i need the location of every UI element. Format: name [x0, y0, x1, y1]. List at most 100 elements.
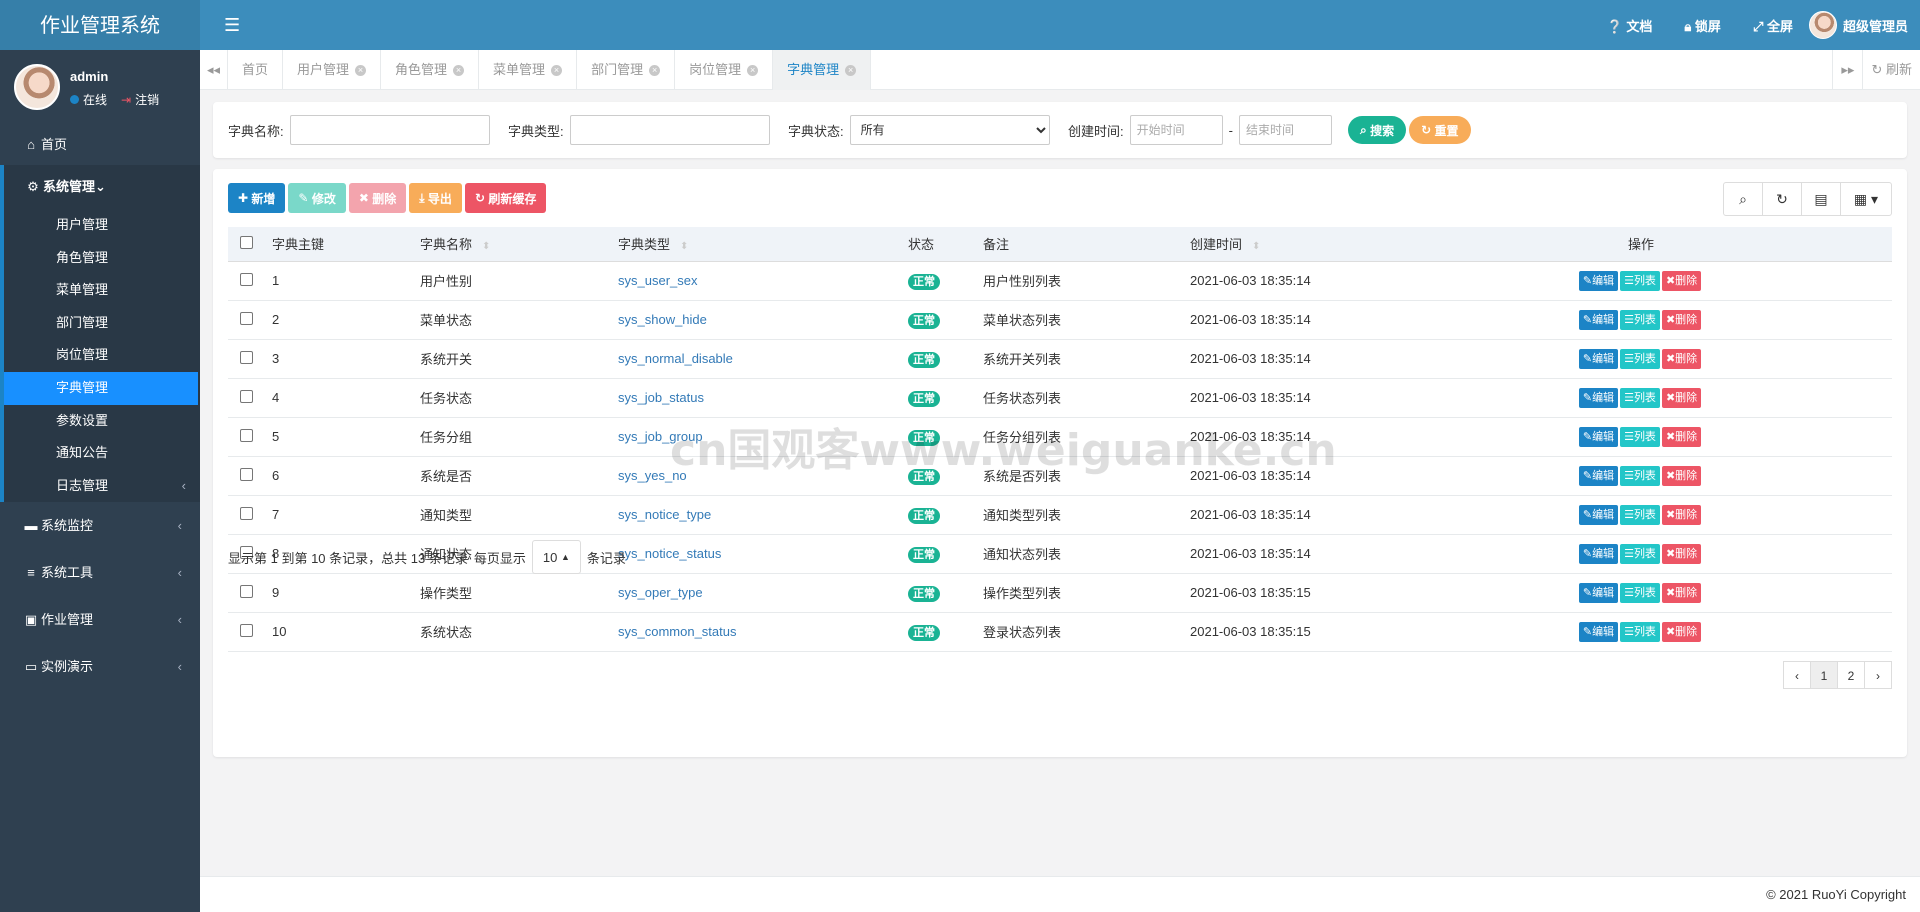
row-edit-button[interactable]: ✎编辑 — [1578, 504, 1619, 525]
row-list-button[interactable]: ☰列表 — [1620, 543, 1660, 564]
dict-type-link[interactable]: sys_normal_disable — [618, 351, 733, 366]
grid-dropdown-icon[interactable]: ▦ ▾ — [1841, 183, 1891, 215]
page-1-button[interactable]: 1 — [1810, 661, 1838, 689]
row-checkbox[interactable] — [240, 623, 253, 637]
tab-home[interactable]: 首页 — [228, 50, 284, 90]
close-icon[interactable]: × — [747, 64, 759, 76]
dict-type-input[interactable] — [569, 115, 770, 145]
search-toggle-icon[interactable]: ⌕ — [1724, 183, 1763, 215]
row-checkbox[interactable] — [240, 389, 253, 403]
prev-page-button[interactable]: ‹ — [1783, 661, 1811, 689]
row-list-button[interactable]: ☰列表 — [1620, 582, 1660, 603]
dict-name-input[interactable] — [289, 115, 490, 145]
row-delete-button[interactable]: ✖删除 — [1661, 621, 1702, 642]
tab-dict[interactable]: 字典管理 × — [773, 50, 872, 90]
dict-type-link[interactable]: sys_oper_type — [618, 585, 703, 600]
row-list-button[interactable]: ☰列表 — [1620, 621, 1660, 642]
row-delete-button[interactable]: ✖删除 — [1661, 504, 1702, 525]
row-delete-button[interactable]: ✖删除 — [1661, 348, 1702, 369]
row-checkbox[interactable] — [240, 506, 253, 520]
logout-link[interactable]: 注销 — [135, 91, 159, 108]
row-edit-button[interactable]: ✎编辑 — [1578, 348, 1619, 369]
sidebar-item-system[interactable]: ⚙ 系统管理⌄ — [4, 165, 200, 209]
sidebar-item-role[interactable]: 角色管理 — [4, 242, 200, 275]
delete-button[interactable]: ✖ 删除 — [348, 183, 407, 213]
row-list-button[interactable]: ☰列表 — [1620, 426, 1660, 447]
search-button[interactable]: ⌕ 搜索 — [1348, 116, 1407, 144]
close-icon[interactable]: × — [649, 64, 661, 76]
refresh-cache-button[interactable]: ↻ 刷新缓存 — [464, 183, 547, 213]
row-edit-button[interactable]: ✎编辑 — [1578, 621, 1619, 642]
dict-type-link[interactable]: sys_notice_status — [618, 546, 721, 561]
row-delete-button[interactable]: ✖删除 — [1661, 426, 1702, 447]
row-edit-button[interactable]: ✎编辑 — [1578, 465, 1619, 486]
row-checkbox[interactable] — [240, 428, 253, 442]
sidebar-item-monitor[interactable]: ▬ 系统监控 ‹ — [0, 502, 200, 549]
user-menu[interactable]: 超级管理员 — [1808, 11, 1920, 39]
dict-type-link[interactable]: sys_common_status — [618, 624, 737, 639]
row-checkbox[interactable] — [240, 584, 253, 598]
sidebar-item-dept[interactable]: 部门管理 — [4, 307, 200, 340]
row-checkbox[interactable] — [240, 272, 253, 286]
row-edit-button[interactable]: ✎编辑 — [1578, 426, 1619, 447]
avatar[interactable] — [14, 64, 60, 110]
dict-type-link[interactable]: sys_notice_type — [618, 507, 711, 522]
sidebar-item-post[interactable]: 岗位管理 — [4, 339, 200, 372]
dict-type-link[interactable]: sys_job_group — [618, 429, 703, 444]
refresh-tab-button[interactable]: ↻ 刷新 — [1862, 50, 1920, 90]
close-icon[interactable]: × — [453, 64, 465, 76]
close-icon[interactable]: × — [845, 64, 857, 76]
next-page-button[interactable]: › — [1864, 661, 1892, 689]
dict-status-select[interactable]: 所有 — [849, 115, 1050, 145]
select-all-checkbox[interactable] — [240, 235, 253, 249]
row-delete-button[interactable]: ✖删除 — [1661, 582, 1702, 603]
row-checkbox[interactable] — [240, 311, 253, 325]
page-size-dropdown[interactable]: 10 ▲ — [531, 540, 581, 574]
row-list-button[interactable]: ☰列表 — [1620, 387, 1660, 408]
lock-link[interactable]: 🔒︎ 锁屏 — [1668, 16, 1737, 35]
row-checkbox[interactable] — [240, 467, 253, 481]
close-icon[interactable]: × — [551, 64, 563, 76]
sidebar-item-demo[interactable]: ▭ 实例演示 ‹ — [0, 643, 200, 690]
col-create-time[interactable]: 创建时间 ⬍ — [1190, 227, 1390, 262]
row-delete-button[interactable]: ✖删除 — [1661, 543, 1702, 564]
sidebar-item-dict[interactable]: 字典管理 — [4, 371, 198, 405]
row-delete-button[interactable]: ✖删除 — [1661, 309, 1702, 330]
col-type[interactable]: 字典类型 ⬍ — [618, 227, 908, 262]
sidebar-item-config[interactable]: 参数设置 — [4, 405, 200, 438]
doc-link[interactable]: ❔ 文档 — [1591, 16, 1669, 35]
row-delete-button[interactable]: ✖删除 — [1661, 270, 1702, 291]
row-list-button[interactable]: ☰列表 — [1620, 348, 1660, 369]
tabs-right-icon[interactable]: ▸▸ — [1832, 50, 1862, 90]
row-list-button[interactable]: ☰列表 — [1620, 270, 1660, 291]
row-edit-button[interactable]: ✎编辑 — [1578, 543, 1619, 564]
dict-type-link[interactable]: sys_user_sex — [618, 273, 697, 288]
tab-user[interactable]: 用户管理 × — [283, 50, 382, 90]
tab-menu[interactable]: 菜单管理 × — [479, 50, 578, 90]
row-list-button[interactable]: ☰列表 — [1620, 465, 1660, 486]
tab-post[interactable]: 岗位管理 × — [675, 50, 774, 90]
close-icon[interactable]: × — [355, 64, 367, 76]
dict-type-link[interactable]: sys_job_status — [618, 390, 704, 405]
tabs-left-icon[interactable]: ◂◂ — [200, 50, 228, 90]
row-delete-button[interactable]: ✖删除 — [1661, 387, 1702, 408]
tab-role[interactable]: 角色管理 × — [381, 50, 480, 90]
row-edit-button[interactable]: ✎编辑 — [1578, 387, 1619, 408]
row-edit-button[interactable]: ✎编辑 — [1578, 582, 1619, 603]
row-checkbox[interactable] — [240, 350, 253, 364]
sidebar-item-user[interactable]: 用户管理 — [4, 209, 200, 242]
sidebar-item-homework[interactable]: ▣ 作业管理 ‹ — [0, 596, 200, 643]
reset-button[interactable]: ↻ 重置 — [1409, 116, 1471, 144]
row-edit-button[interactable]: ✎编辑 — [1578, 270, 1619, 291]
col-name[interactable]: 字典名称 ⬍ — [420, 227, 618, 262]
tab-dept[interactable]: 部门管理 × — [577, 50, 676, 90]
logout-icon[interactable]: ⇥ — [121, 93, 131, 107]
columns-icon[interactable]: ▤ — [1802, 183, 1841, 215]
add-button[interactable]: ✚ 新增 — [228, 183, 286, 213]
row-list-button[interactable]: ☰列表 — [1620, 504, 1660, 525]
start-time-input[interactable] — [1129, 115, 1223, 145]
col-id[interactable]: 字典主键 — [272, 227, 420, 262]
dict-type-link[interactable]: sys_show_hide — [618, 312, 707, 327]
row-edit-button[interactable]: ✎编辑 — [1578, 309, 1619, 330]
page-2-button[interactable]: 2 — [1837, 661, 1865, 689]
